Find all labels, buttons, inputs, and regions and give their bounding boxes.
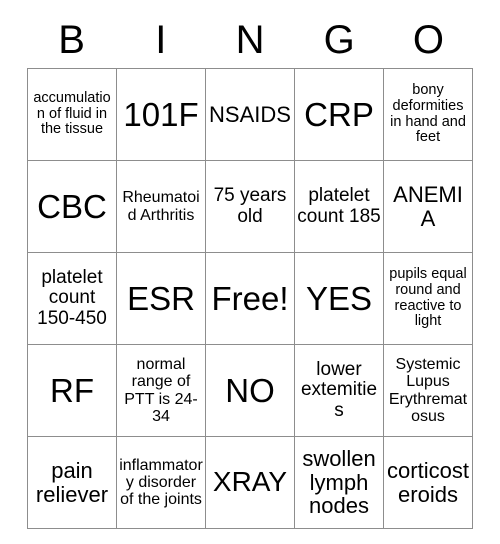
bingo-cell[interactable]: NSAIDS xyxy=(205,68,295,161)
bingo-cell[interactable]: pupils equal round and reactive to light xyxy=(383,252,473,345)
bingo-cell[interactable]: RF xyxy=(27,344,117,437)
bingo-cell[interactable]: pain reliever xyxy=(27,436,117,529)
bingo-cell-label: normal range of PTT is 24-34 xyxy=(124,355,198,425)
bingo-cell-label: 101F xyxy=(123,95,199,133)
bingo-cell-label: pupils equal round and reactive to light xyxy=(389,266,467,330)
bingo-cell-label: YES xyxy=(305,279,373,317)
bingo-cell-label: inflammatory disorder of the joints xyxy=(119,456,203,509)
bingo-cell[interactable]: platelet count 150-450 xyxy=(27,252,117,345)
bingo-cell[interactable]: corticosteroids xyxy=(383,436,473,529)
bingo-cell[interactable]: accumulation of fluid in the tissue xyxy=(27,68,117,161)
bingo-cell-label: 75 years old xyxy=(213,184,287,227)
bingo-cell[interactable]: lower extemities xyxy=(294,344,384,437)
bingo-row: RF normal range of PTT is 24-34 NO lower ex… xyxy=(27,344,473,437)
bingo-cell[interactable]: inflammatory disorder of the joints xyxy=(116,436,206,529)
bingo-cell-label: bony deformities in hand and feet xyxy=(390,82,466,146)
bingo-cell-label: lower extemities xyxy=(300,358,378,421)
bingo-free-space-cell[interactable]: Free! xyxy=(205,252,295,345)
bingo-cell-label: corticosteroids xyxy=(387,457,469,507)
bingo-cell[interactable]: YES xyxy=(294,252,384,345)
bingo-cell-label: NSAIDS xyxy=(209,101,291,127)
bingo-cell[interactable]: swollen lymph nodes xyxy=(294,436,384,529)
bingo-cell-label: platelet count 185 xyxy=(297,184,381,227)
bingo-row: accumulation of fluid in the tissue 101F N… xyxy=(27,68,473,161)
bingo-row: CBC Rheumatoid Arthritis 75 years old plate… xyxy=(27,160,473,253)
bingo-cell[interactable]: XRAY xyxy=(205,436,295,529)
bingo-cell-label: ANEMIA xyxy=(393,181,463,231)
bingo-cell[interactable]: ANEMIA xyxy=(383,160,473,253)
bingo-cell-label: CBC xyxy=(37,187,107,225)
bingo-cell[interactable]: 75 years old xyxy=(205,160,295,253)
bingo-cell-label: ESR xyxy=(127,279,195,317)
bingo-header-letter-o: O xyxy=(412,18,444,62)
bingo-cell[interactable]: NO xyxy=(205,344,295,437)
bingo-cell-label: pain reliever xyxy=(35,457,109,507)
bingo-cell-label: Rheumatoid Arthritis xyxy=(122,189,200,224)
bingo-grid: accumulation of fluid in the tissue 101F N… xyxy=(27,68,473,529)
bingo-cell-label: platelet count 150-450 xyxy=(37,266,107,329)
bingo-cell[interactable]: 101F xyxy=(116,68,206,161)
bingo-cell[interactable]: bony deformities in hand and feet xyxy=(383,68,473,161)
bingo-row: platelet count 150-450 ESR Free! YES pupils … xyxy=(27,252,473,345)
bingo-header-letter-i: I xyxy=(155,18,167,62)
bingo-cell[interactable]: ESR xyxy=(116,252,206,345)
bingo-cell-label: RF xyxy=(50,371,94,409)
bingo-cell-label: CRP xyxy=(304,95,374,133)
bingo-cell[interactable]: normal range of PTT is 24-34 xyxy=(116,344,206,437)
bingo-cell[interactable]: Systemic Lupus Erythrematosus xyxy=(383,344,473,437)
bingo-cell-label: swollen lymph nodes xyxy=(302,445,376,519)
bingo-header-letter-n: N xyxy=(235,18,265,62)
bingo-cell[interactable]: Rheumatoid Arthritis xyxy=(116,160,206,253)
bingo-header-letter-b: B xyxy=(58,18,85,62)
bingo-cell[interactable]: CRP xyxy=(294,68,384,161)
bingo-header-row: B I N G O xyxy=(27,0,473,68)
bingo-cell[interactable]: CBC xyxy=(27,160,117,253)
bingo-cell-label: NO xyxy=(225,371,275,409)
bingo-cell-label: accumulation of fluid in the tissue xyxy=(33,90,111,138)
bingo-cell-label: XRAY xyxy=(212,466,288,498)
bingo-cell[interactable]: platelet count 185 xyxy=(294,160,384,253)
bingo-cell-label: Free! xyxy=(211,279,289,317)
bingo-cell-label: Systemic Lupus Erythrematosus xyxy=(388,355,468,425)
bingo-header-letter-g: G xyxy=(323,18,355,62)
bingo-row: pain reliever inflammatory disorder of th… xyxy=(27,436,473,529)
bingo-card: B I N G O accumulation of fluid in the t… xyxy=(27,0,473,529)
